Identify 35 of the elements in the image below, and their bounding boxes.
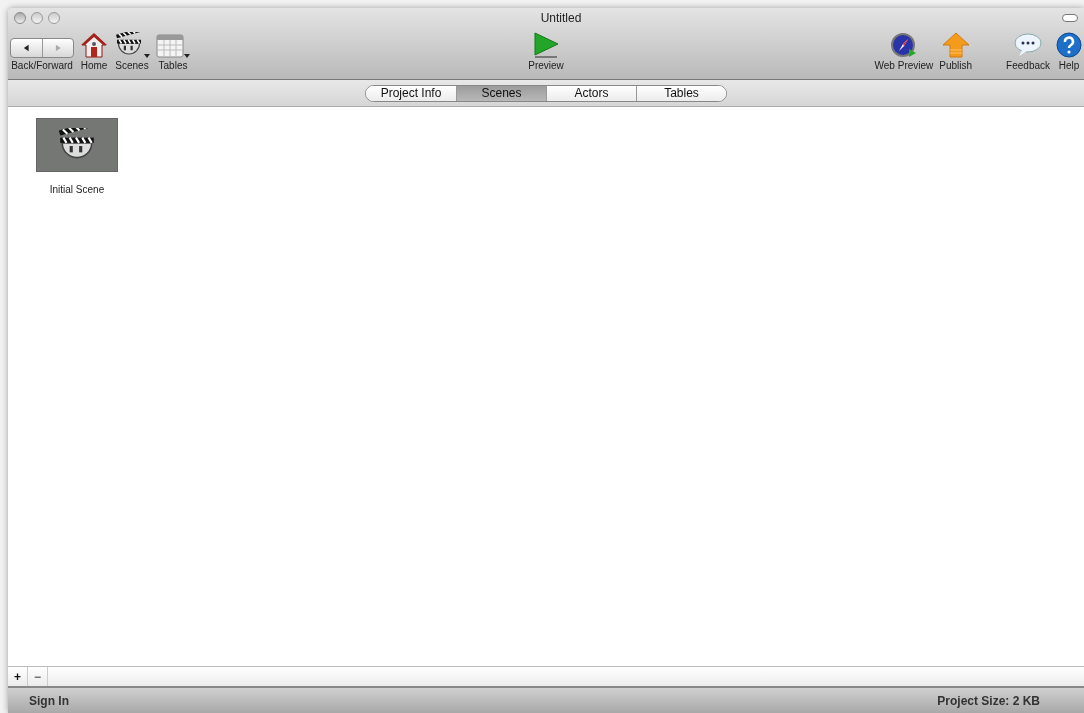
minimize-window-button[interactable] bbox=[31, 12, 43, 24]
scene-name: Initial Scene bbox=[49, 183, 105, 197]
house-icon[interactable] bbox=[80, 32, 108, 58]
toolbar-label: Feedback bbox=[1006, 60, 1050, 72]
toolbar-label: Publish bbox=[939, 60, 973, 72]
tab[interactable]: Tables bbox=[636, 85, 726, 101]
toolbar-label: Web Preview bbox=[874, 60, 934, 72]
caret-icon bbox=[144, 54, 150, 58]
upload-arrow-icon[interactable] bbox=[941, 32, 970, 58]
close-window-button[interactable] bbox=[14, 12, 26, 24]
compass-icon[interactable] bbox=[889, 32, 918, 58]
tab[interactable]: Project Info bbox=[366, 85, 456, 101]
project-size-label: Project Size: 2 KB bbox=[937, 692, 1040, 710]
scenes-menu-icon[interactable] bbox=[114, 32, 150, 58]
back-forward-control[interactable] bbox=[10, 38, 74, 58]
speech-bubble-icon[interactable] bbox=[1013, 32, 1044, 58]
toolbar-label: Scenes bbox=[115, 60, 149, 72]
toolbar-label: Preview bbox=[528, 60, 564, 72]
scene-thumbnail[interactable] bbox=[36, 118, 118, 172]
clapperboard-icon bbox=[114, 32, 144, 58]
toolbar-label: Tables bbox=[158, 60, 188, 72]
tables-menu-icon[interactable] bbox=[156, 34, 190, 58]
help-icon[interactable] bbox=[1056, 32, 1082, 58]
table-grid-icon bbox=[156, 34, 184, 58]
tab[interactable]: Actors bbox=[546, 85, 636, 101]
caret-icon bbox=[184, 54, 190, 58]
toolbar-toggle-button[interactable] bbox=[1062, 14, 1078, 22]
tab[interactable]: Scenes bbox=[456, 85, 546, 101]
play-icon[interactable] bbox=[532, 32, 560, 58]
zoom-window-button[interactable] bbox=[48, 12, 60, 24]
toolbar-label: Back/Forward bbox=[11, 60, 73, 72]
sign-in-link[interactable]: Sign In bbox=[29, 691, 69, 710]
toolbar-label: Help bbox=[1058, 60, 1080, 72]
window-title: Untitled bbox=[539, 10, 583, 27]
toolbar-label: Home bbox=[80, 60, 108, 72]
